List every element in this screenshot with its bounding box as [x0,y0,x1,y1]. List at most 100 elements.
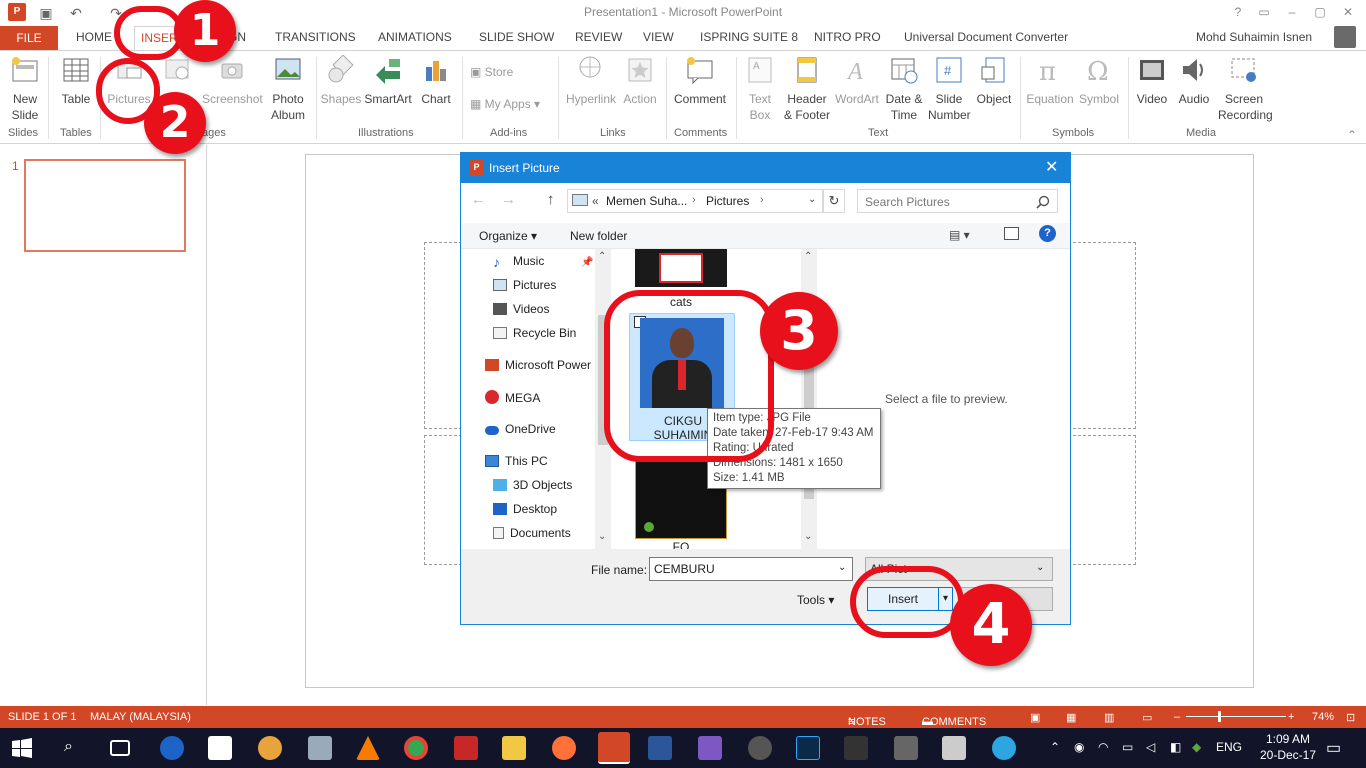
back-arrow-icon[interactable]: ← [471,191,486,208]
file-name-input[interactable]: CEMBURU ⌄ [649,557,853,581]
app-icon-1[interactable] [258,736,282,760]
zoom-out-icon[interactable]: – [1174,711,1180,723]
task-view-icon[interactable] [110,740,130,756]
shapes-button[interactable]: Shapes [320,54,362,107]
new-folder-button[interactable]: New folder [570,229,627,243]
breadcrumb-overflow[interactable]: « [592,194,599,208]
nav-onedrive[interactable]: OneDrive [485,422,556,436]
vlc-icon[interactable] [356,736,380,760]
nav-mega[interactable]: MEGA [485,390,540,405]
breadcrumb-pictures[interactable]: Pictures [706,194,749,208]
object-button[interactable]: Object [974,55,1014,107]
tab-view[interactable]: VIEW [643,30,674,44]
header-footer-button[interactable]: Header & Footer [784,55,830,123]
nav-documents[interactable]: Documents [493,526,571,540]
tools-button[interactable]: Tools ▾ [797,593,834,607]
fo-label[interactable]: FO [635,540,727,549]
video-button[interactable]: Video [1134,55,1170,107]
user-name[interactable]: Mohd Suhaimin Isnen [1196,30,1312,44]
scroll-up-icon[interactable]: ⌃ [804,251,812,262]
edge-icon[interactable] [160,736,184,760]
app-icon-3[interactable] [698,736,722,760]
windows-start-icon[interactable] [12,738,32,758]
avatar[interactable] [1334,26,1356,48]
search-icon[interactable]: ⌕ [64,738,73,756]
my-apps-button[interactable]: ▦ My Apps ▾ [470,97,540,111]
tab-ispring[interactable]: ISPRING SUITE 8 [700,30,798,44]
new-slide-button[interactable]: New Slide [6,55,44,123]
photo-album-button[interactable]: Photo Album [266,55,310,123]
clock[interactable]: 1:09 AM 20-Dec-17 [1256,732,1320,762]
comment-button[interactable]: Comment [672,55,728,107]
firefox-icon[interactable] [552,736,576,760]
nav-desktop[interactable]: Desktop [493,502,557,516]
app-icon-7[interactable] [942,736,966,760]
tab-home[interactable]: HOME [76,30,112,44]
address-dropdown-icon[interactable]: ⌄ [808,194,816,205]
action-button[interactable]: Action [620,55,660,107]
slide-sorter-icon[interactable]: ▦ [1066,711,1076,724]
slide-show-icon[interactable]: ▭ [1142,711,1152,724]
wifi-icon[interactable]: ◠ [1098,740,1108,754]
forward-arrow-icon[interactable]: → [501,191,516,208]
nav-this-pc[interactable]: This PC [485,454,548,468]
tab-nitro[interactable]: NITRO PRO [814,30,881,44]
equation-button[interactable]: π Equation [1024,55,1076,107]
nav-videos[interactable]: Videos [493,302,549,316]
symbol-button[interactable]: Ω Symbol [1076,55,1122,107]
help-icon[interactable]: ? [1039,225,1056,242]
input-language[interactable]: ENG [1216,740,1242,754]
tab-review[interactable]: REVIEW [575,30,622,44]
screen-recording-button[interactable]: Screen Recording [1218,55,1273,123]
chart-button[interactable]: Chart [418,55,454,107]
normal-view-icon[interactable]: ▣ [1030,711,1040,724]
app-icon-5[interactable] [844,736,868,760]
tray-app-icon-2[interactable]: ◆ [1192,740,1201,754]
audio-button[interactable]: Audio [1174,55,1214,107]
tab-file[interactable]: FILE [0,26,58,50]
tab-transitions[interactable]: TRANSITIONS [275,30,356,44]
smartart-button[interactable]: SmartArt [364,55,412,107]
organize-button[interactable]: Organize ▾ [479,229,537,243]
zoom-slider[interactable] [1186,716,1286,717]
tab-slide-show[interactable]: SLIDE SHOW [479,30,554,44]
scroll-up-icon[interactable]: ⌃ [598,251,606,262]
photoshop-icon[interactable] [796,736,820,760]
store-button[interactable]: ▣ Store [470,65,513,79]
chrome-icon[interactable] [404,736,428,760]
powerpoint-taskbar-icon[interactable] [598,732,630,764]
collapse-ribbon-icon[interactable]: ⌃ [1340,125,1364,145]
tab-animations[interactable]: ANIMATIONS [378,30,452,44]
wordart-button[interactable]: A WordArt [834,55,880,107]
file-type-dropdown-icon[interactable]: ⌄ [1036,562,1044,573]
dialog-close-icon[interactable]: ✕ [1045,157,1058,177]
table-button[interactable]: Table [58,55,94,107]
nav-microsoft-powerpoint[interactable]: Microsoft Power [485,358,591,372]
preview-pane-icon[interactable] [1004,227,1019,240]
volume-icon[interactable]: ◁ [1146,740,1155,754]
telegram-icon[interactable] [992,736,1016,760]
nav-pictures[interactable]: Pictures [493,278,556,292]
app-icon-6[interactable] [894,736,918,760]
fit-slide-icon[interactable]: ⊡ [1346,711,1355,724]
mail-icon[interactable] [208,736,232,760]
hyperlink-button[interactable]: Hyperlink [564,55,618,107]
help-icon[interactable]: ? [1226,2,1250,22]
tray-app-icon[interactable]: ◧ [1170,740,1181,754]
file-name-dropdown-icon[interactable]: ⌄ [838,562,846,573]
up-arrow-icon[interactable]: ↑ [547,191,555,208]
cats-thumbnail[interactable] [635,249,727,289]
word-icon[interactable] [648,736,672,760]
ribbon-options-icon[interactable]: ▭ [1252,2,1276,22]
text-box-button[interactable]: A Text Box [742,55,778,123]
zoom-level[interactable]: 74% [1312,711,1334,723]
scroll-down-icon[interactable]: ⌄ [598,531,606,542]
slide-number-button[interactable]: # Slide Number [928,55,971,123]
online-pictures-button[interactable] [160,55,194,91]
nav-3d-objects[interactable]: 3D Objects [493,478,572,492]
search-input[interactable]: Search Pictures [857,189,1058,213]
address-bar[interactable]: « Memen Suha... › Pictures › ⌄ [567,189,823,213]
scroll-down-icon[interactable]: ⌄ [804,531,812,542]
zoom-slider-thumb[interactable] [1218,711,1221,722]
reading-view-icon[interactable]: ▥ [1104,711,1114,724]
